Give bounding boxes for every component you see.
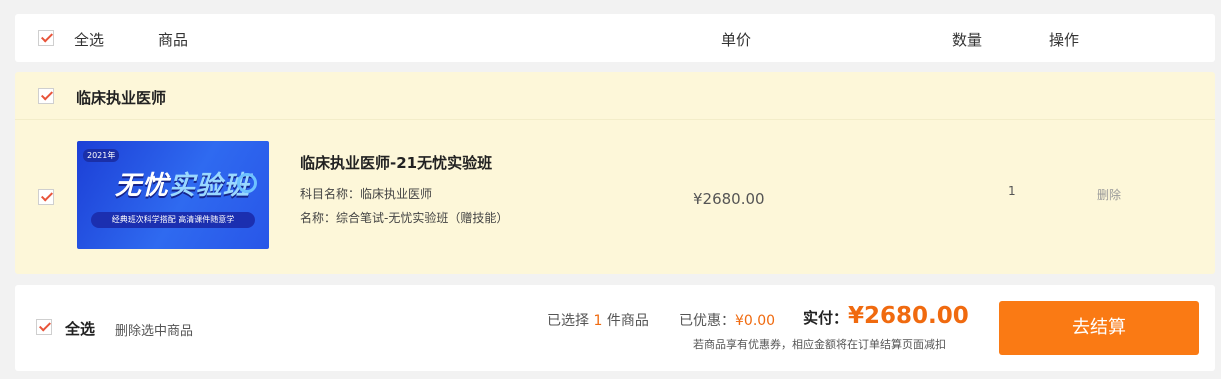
cart-header: 全选 商品 单价 数量 操作 xyxy=(15,14,1215,62)
discount-summary: 已优惠：¥0.00 xyxy=(679,313,776,329)
group-checkbox[interactable] xyxy=(38,88,54,104)
selected-summary: 已选择 1 件商品 xyxy=(547,313,649,329)
col-action: 操作 xyxy=(1049,31,1080,49)
footer-select-all-checkbox[interactable] xyxy=(36,319,52,335)
checkout-button[interactable]: 去结算 xyxy=(999,301,1199,355)
product-thumbnail[interactable]: 2021年 无忧实验班 经典班次科学搭配 高清课件随意学 xyxy=(77,141,269,249)
product-desc: 名称：综合笔试-无忧实验班（赠技能） xyxy=(300,211,509,225)
delete-link[interactable]: 删除 xyxy=(1097,186,1121,203)
pay-summary: 实付：¥2680.00 xyxy=(803,303,969,329)
delete-selected-link[interactable]: 删除选中商品 xyxy=(115,320,193,339)
col-price: 单价 xyxy=(721,31,752,49)
discount-note: 若商品享有优惠券，相应金额将在订单结算页面减扣 xyxy=(693,338,946,351)
pay-total: ¥2680.00 xyxy=(848,303,969,329)
group-title: 临床执业医师 xyxy=(76,89,167,107)
quantity: 1 xyxy=(1008,184,1016,198)
group-header: 临床执业医师 xyxy=(15,72,1215,120)
product-group: 临床执业医师 2021年 无忧实验班 经典班次科学搭配 高清课件随意学 临床执业… xyxy=(15,72,1215,274)
item-checkbox[interactable] xyxy=(38,189,54,205)
thumb-year: 2021年 xyxy=(83,149,120,162)
select-all-checkbox[interactable] xyxy=(38,30,54,46)
play-icon xyxy=(237,173,257,193)
footer-select-all-label: 全选 xyxy=(65,320,96,338)
thumb-title: 无忧实验班 xyxy=(115,171,251,201)
product-name[interactable]: 临床执业医师-21无忧实验班 xyxy=(300,152,492,173)
selected-count: 1 xyxy=(593,313,603,329)
product-subject: 科目名称：临床执业医师 xyxy=(300,187,433,201)
thumb-subtitle: 经典班次科学搭配 高清课件随意学 xyxy=(91,212,255,228)
unit-price: ¥2680.00 xyxy=(693,190,765,208)
col-qty: 数量 xyxy=(952,31,983,49)
discount-value: ¥0.00 xyxy=(735,313,776,329)
cart-footer: 全选 删除选中商品 已选择 1 件商品 已优惠：¥0.00 实付：¥2680.0… xyxy=(15,285,1215,371)
select-all-label: 全选 xyxy=(74,31,105,49)
col-product: 商品 xyxy=(158,31,189,49)
